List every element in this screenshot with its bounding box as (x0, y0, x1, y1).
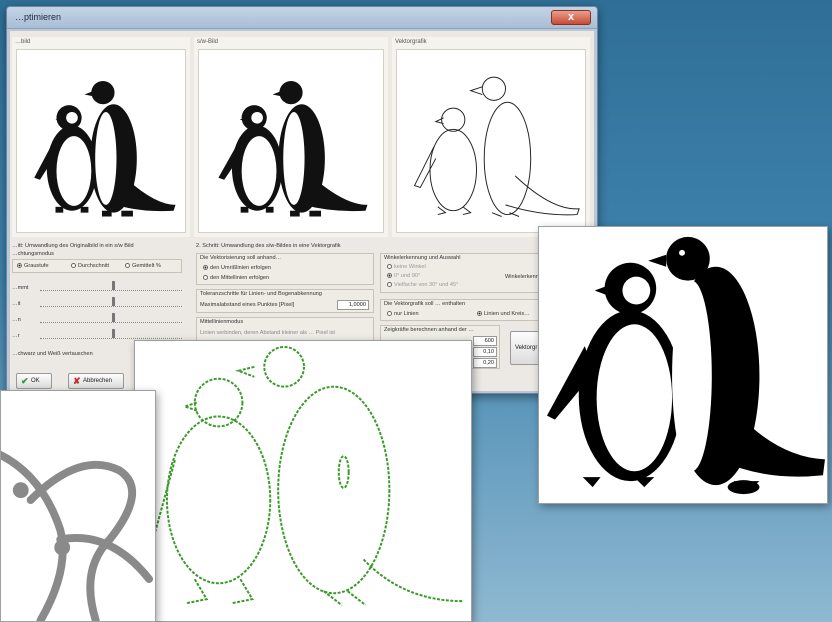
mode-radio-weighted[interactable]: Gemittelt % (125, 263, 161, 269)
ok-button[interactable]: ✔ OK (16, 373, 52, 389)
bw-image-canvas (198, 49, 384, 233)
value-field-2[interactable]: 0,10 (473, 347, 497, 357)
weighting-mode-label: …chtungsmodus (12, 251, 54, 257)
weighting-mode-group: Graustufe Durchschnitt Gemittelt % (12, 259, 182, 273)
angle-radio-0-90[interactable]: 0° und 90° (387, 273, 420, 279)
bw-image-panel: s/w-Bild (194, 37, 388, 237)
max-distance-label: Maximalabstand eines Punktes [Pixel] (200, 302, 295, 308)
slider-knob[interactable] (112, 313, 115, 322)
step1-heading: …itt: Umwandlung des Originalbild in ein… (12, 243, 134, 249)
tolerance-group: Toleranzschritte für Linien- und Bogenab… (196, 289, 374, 313)
penguin-bw-card (538, 226, 828, 504)
max-distance-input[interactable]: 1,0000 (337, 300, 369, 310)
radio-dot (203, 265, 208, 271)
slider-2[interactable] (40, 297, 182, 307)
content-group: Die Vektorgrafik soll … enthalten nur Li… (380, 299, 550, 321)
centerline-mode-group: Mittellinienmodus Linien verbinden, dere… (196, 317, 374, 341)
radio-label: den Umrißlinien erfolgen (210, 265, 271, 271)
radio-dot (387, 282, 392, 288)
angle-group-title: Winkelerkennung und Auswahl (384, 255, 461, 261)
radio-dot (387, 264, 392, 270)
radio-dot (387, 273, 392, 279)
slider-label: …mmt (12, 285, 29, 291)
step2-heading: 2. Schritt: Umwandlung des s/w-Bildes in… (196, 243, 341, 249)
penguins-vector-outline (413, 76, 580, 217)
penguins-large-bw-image (546, 236, 825, 495)
panel-label: s/w-Bild (197, 39, 219, 45)
lines-circles-radio[interactable]: Linien und Kreis… (477, 311, 530, 317)
vectorize-group-title: Die Vektorisierung soll anhand… (200, 255, 282, 261)
vector-graphic-panel: Vektorgrafik (392, 37, 590, 237)
ok-label: OK (31, 378, 40, 384)
radio-label: Vielfache von 30° und 45° (394, 282, 459, 288)
title-bar[interactable]: …ptimieren x (7, 7, 597, 29)
value-field-1[interactable]: 600 (473, 336, 497, 346)
slider-knob[interactable] (112, 281, 115, 290)
connect-lines-checkbox[interactable]: Linien verbinden, deren Abstand kleiner … (200, 330, 335, 336)
radio-dot (125, 263, 130, 269)
radio-dot (387, 311, 392, 317)
radio-label: Graustufe (24, 263, 49, 269)
penguins-green-outline-image (152, 345, 463, 606)
mode-radio-average[interactable]: Durchschnitt (71, 263, 109, 269)
radio-dot (71, 263, 76, 269)
slider-label: …n (12, 317, 21, 323)
slider-1[interactable] (40, 281, 182, 291)
compute-group-title: Zeigkräfte berechnen anhand der … (384, 327, 474, 333)
centerline-mode-title: Mittellinienmodus (200, 319, 244, 325)
vector-graphic-canvas (396, 49, 586, 233)
radio-label: keine Winkel (394, 264, 426, 270)
ornament-card (0, 390, 156, 622)
radio-dot (477, 311, 482, 317)
slider-label: …r (12, 333, 20, 339)
radio-label: nur Linien (394, 311, 419, 317)
cancel-label: Abbrechen (83, 378, 113, 384)
cancel-button[interactable]: ✘ Abbrechen (68, 373, 124, 389)
radio-dot (203, 275, 208, 281)
panel-label: …bild (15, 39, 31, 45)
slider-3[interactable] (40, 313, 182, 323)
penguins-bw-image (218, 80, 368, 217)
slider-knob[interactable] (112, 329, 115, 338)
swirl-ornament-image (1, 450, 154, 621)
radio-label: Gemittelt % (132, 263, 161, 269)
angle-radio-none[interactable]: keine Winkel (387, 264, 426, 270)
radio-label: Durchschnitt (78, 263, 110, 269)
close-button[interactable]: x (551, 10, 591, 25)
outline-radio[interactable]: den Umrißlinien erfolgen (203, 265, 271, 271)
check-icon: ✔ (21, 376, 29, 386)
tolerance-title: Toleranzschritte für Linien- und Bogenab… (200, 291, 322, 297)
original-image-canvas (16, 49, 186, 233)
radio-label: 0° und 90° (394, 273, 421, 279)
dialog-client-area: …bild s/w-Bild Vektorgrafik …itt: Umwand… (10, 31, 594, 391)
value-field-3[interactable]: 0,20 (473, 358, 497, 368)
radio-label: Linien und Kreis… (484, 311, 530, 317)
angle-detection-group: Winkelerkennung und Auswahl keine Winkel… (380, 253, 550, 293)
centerline-radio[interactable]: den Mittellinien erfolgen (203, 275, 269, 281)
window-title: …ptimieren (15, 12, 62, 22)
original-image-panel: …bild (12, 37, 190, 237)
cross-icon: ✘ (73, 376, 81, 386)
penguin-outline-card (134, 340, 472, 622)
mode-radio-grayscale[interactable]: Graustufe (17, 263, 49, 269)
slider-label: …it (12, 301, 21, 307)
angle-radio-30-45[interactable]: Vielfache von 30° und 45° (387, 282, 458, 288)
slider-knob[interactable] (112, 297, 115, 306)
vectorize-mode-group: Die Vektorisierung soll anhand… den Umri… (196, 253, 374, 285)
radio-dot (17, 263, 22, 269)
swap-black-white-checkbox[interactable]: …chwarz und Weiß vertauschen (12, 351, 93, 357)
optimize-dialog: …ptimieren x …bild s/w-Bild Vektorgrafik… (6, 6, 598, 394)
panel-label: Vektorgrafik (395, 39, 427, 45)
radio-label: den Mittellinien erfolgen (210, 275, 270, 281)
penguins-original-image (34, 80, 176, 217)
lines-only-radio[interactable]: nur Linien (387, 311, 419, 317)
slider-4[interactable] (40, 329, 182, 339)
content-group-title: Die Vektorgrafik soll … enthalten (384, 301, 466, 307)
